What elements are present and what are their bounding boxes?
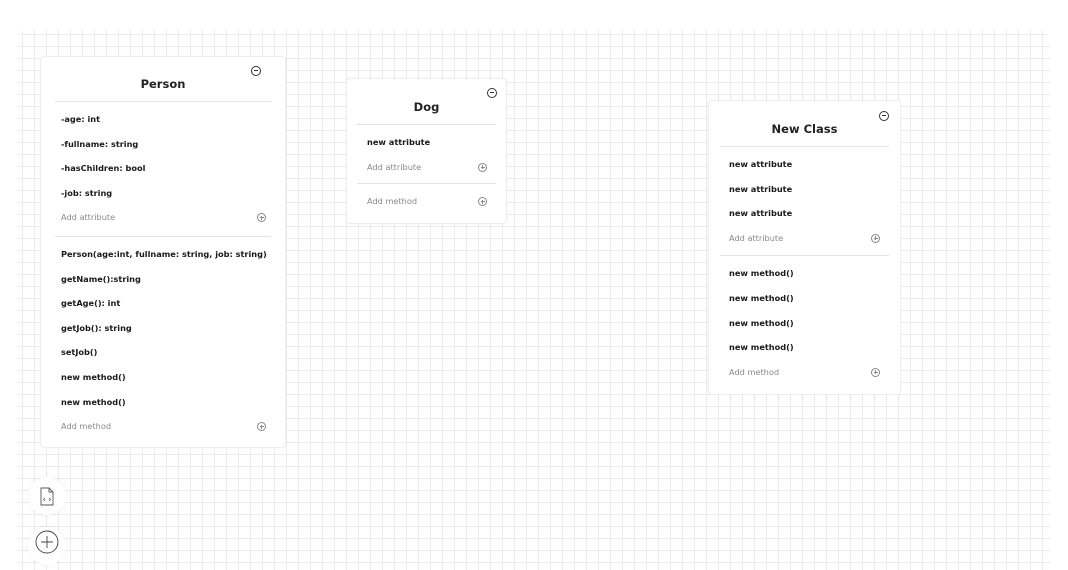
method-item[interactable]: new method() xyxy=(709,261,900,286)
collapse-icon[interactable] xyxy=(487,88,497,98)
add-class-button[interactable] xyxy=(28,527,66,565)
method-item[interactable]: setJob() xyxy=(41,340,285,365)
add-method-label: Add method xyxy=(729,366,780,377)
method-item[interactable]: getAge(): int xyxy=(41,291,285,316)
plus-circle-icon xyxy=(35,530,59,554)
add-method-label: Add method xyxy=(367,196,418,207)
class-name[interactable]: Dog xyxy=(347,79,506,124)
method-item[interactable]: Person(age:int, fullname: string, job: s… xyxy=(41,242,285,267)
attribute-item[interactable]: new attribute xyxy=(709,152,900,177)
method-item[interactable]: new method() xyxy=(709,335,900,360)
add-attribute-button[interactable]: Add attribute xyxy=(709,226,900,251)
file-code-icon xyxy=(40,487,54,506)
plus-circle-icon[interactable] xyxy=(871,233,880,243)
class-name[interactable]: New Class xyxy=(709,101,900,146)
method-item[interactable]: new method() xyxy=(41,365,285,390)
method-item[interactable]: new method() xyxy=(709,311,900,336)
attribute-item[interactable]: -age: int xyxy=(41,107,285,132)
add-attribute-button[interactable]: Add attribute xyxy=(347,155,506,180)
class-card-dog[interactable]: Dog new attribute Add attribute Add meth… xyxy=(346,78,507,224)
method-item[interactable]: getJob(): string xyxy=(41,316,285,341)
collapse-icon[interactable] xyxy=(879,111,889,121)
add-method-label: Add method xyxy=(61,421,112,432)
class-card-new-class[interactable]: New Class new attribute new attribute ne… xyxy=(708,100,901,395)
attribute-item[interactable]: -job: string xyxy=(41,181,285,206)
add-attribute-label: Add attribute xyxy=(729,232,784,243)
collapse-icon[interactable] xyxy=(251,66,261,76)
add-method-button[interactable]: Add method xyxy=(347,189,506,214)
attribute-item[interactable]: new attribute xyxy=(709,201,900,226)
attribute-item[interactable]: new attribute xyxy=(709,177,900,202)
method-item[interactable]: new method() xyxy=(709,286,900,311)
plus-circle-icon[interactable] xyxy=(478,197,487,207)
class-name[interactable]: Person xyxy=(41,57,285,101)
plus-circle-icon[interactable] xyxy=(257,213,266,223)
add-method-button[interactable]: Add method xyxy=(41,414,285,439)
class-card-person[interactable]: Person -age: int -fullname: string -hasC… xyxy=(40,56,286,448)
attribute-item[interactable]: -fullname: string xyxy=(41,132,285,157)
method-item[interactable]: new method() xyxy=(41,390,285,415)
attribute-item[interactable]: -hasChildren: bool xyxy=(41,156,285,181)
add-attribute-label: Add attribute xyxy=(61,212,116,223)
attribute-item[interactable]: new attribute xyxy=(347,130,506,155)
add-attribute-label: Add attribute xyxy=(367,161,422,172)
export-code-button[interactable] xyxy=(28,477,66,515)
plus-circle-icon[interactable] xyxy=(478,162,487,172)
plus-circle-icon[interactable] xyxy=(871,367,880,377)
method-item[interactable]: getName():string xyxy=(41,267,285,292)
add-attribute-button[interactable]: Add attribute xyxy=(41,205,285,230)
plus-circle-icon[interactable] xyxy=(257,422,266,432)
add-method-button[interactable]: Add method xyxy=(709,360,900,385)
